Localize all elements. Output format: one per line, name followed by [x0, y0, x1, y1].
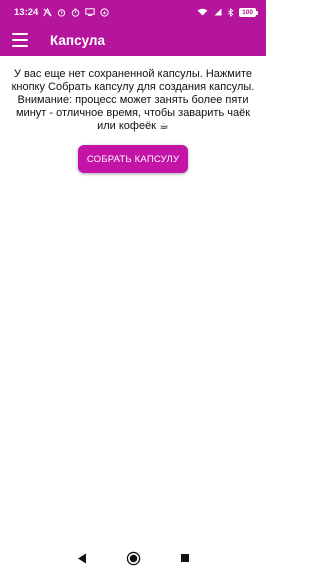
page-title: Капсула [50, 32, 105, 48]
hamburger-menu-icon[interactable] [12, 33, 28, 47]
status-bar: 13:24 100 [0, 0, 266, 24]
collect-capsule-button[interactable]: СОБРАТЬ КАПСУЛУ [78, 145, 188, 173]
status-time: 13:24 [14, 6, 39, 18]
system-nav-bar [0, 540, 266, 576]
app-bar: Капсула [0, 24, 266, 56]
alarm-icon [57, 8, 66, 17]
status-right: 100 [197, 7, 258, 17]
timer-icon [71, 7, 80, 17]
screen-icon [85, 8, 96, 16]
recents-icon[interactable] [175, 548, 195, 568]
battery-icon: 100 [239, 7, 258, 17]
bluetooth-icon [227, 7, 234, 17]
home-icon[interactable] [123, 548, 143, 568]
signal-icon [213, 8, 222, 16]
battery-level: 100 [242, 8, 253, 16]
back-icon[interactable] [72, 548, 92, 568]
vpn-icon [43, 7, 52, 17]
wifi-icon [197, 8, 208, 16]
empty-capsule-message: У вас еще нет сохраненной капсулы. Нажми… [11, 68, 255, 132]
navigation-icon [100, 7, 109, 17]
status-left: 13:24 [14, 7, 109, 18]
